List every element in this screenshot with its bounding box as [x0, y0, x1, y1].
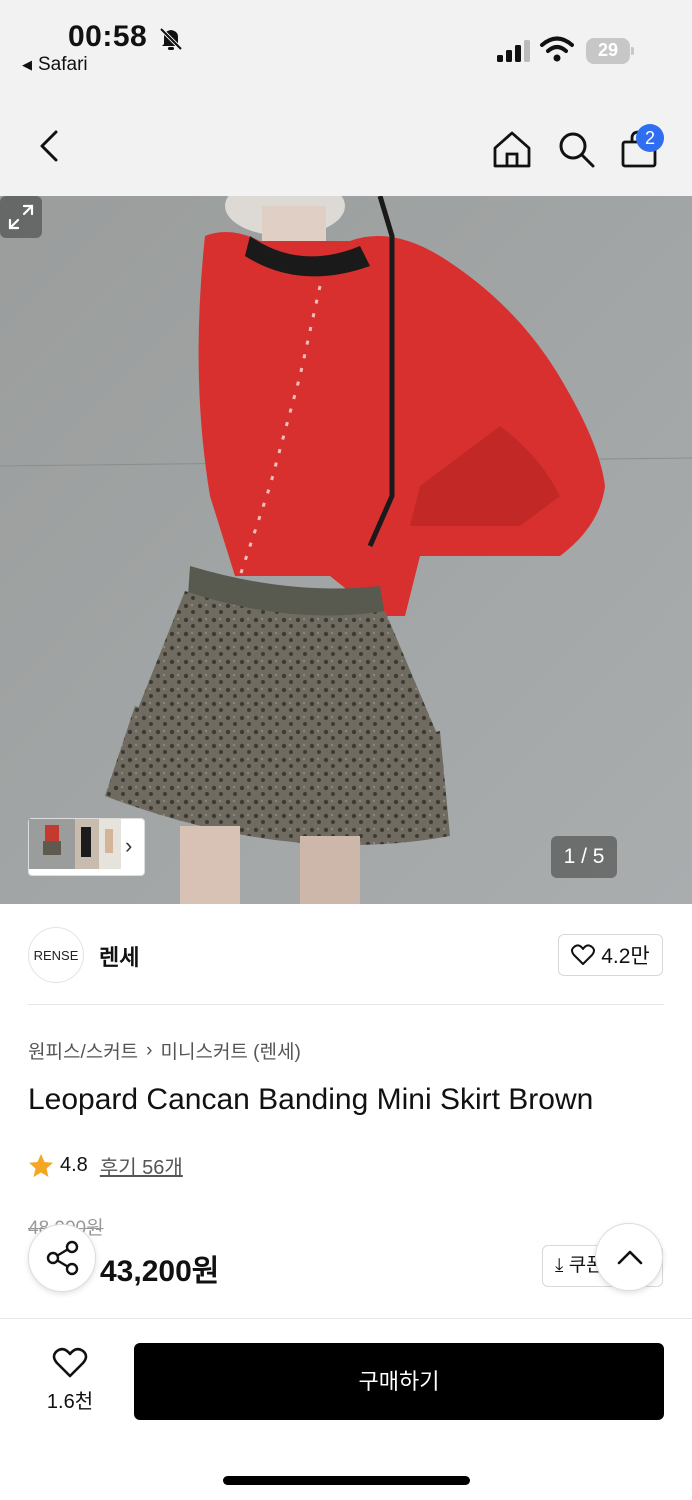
cart-count-badge: 2	[636, 124, 664, 152]
back-to-app[interactable]: ◀ Safari	[22, 54, 88, 76]
brand-logo[interactable]: RENSE	[28, 927, 84, 983]
breadcrumb-separator: ›	[146, 1039, 153, 1061]
breadcrumb: 원피스/스커트 › 미니스커트 (렌세)	[28, 1037, 301, 1064]
brand-like-button[interactable]: 4.2만	[558, 934, 663, 976]
brand-name[interactable]: 렌세	[99, 940, 139, 972]
brand-like-count: 4.2만	[601, 945, 650, 968]
thumbnail-strip[interactable]: ›	[28, 818, 145, 876]
back-arrow-icon[interactable]	[30, 126, 70, 166]
bottom-action-bar: 1.6천 구매하기	[0, 1318, 692, 1500]
cellular-signal-icon	[497, 40, 530, 62]
download-icon: ⤓	[555, 1255, 564, 1276]
product-photo	[0, 196, 692, 904]
review-count-link[interactable]: 후기 56개	[100, 1151, 183, 1180]
home-indicator	[223, 1476, 470, 1485]
expand-icon[interactable]	[0, 196, 42, 238]
thumbnail-images	[29, 819, 121, 869]
back-triangle-icon: ◀	[22, 57, 32, 72]
divider	[28, 1004, 664, 1005]
rating-row: 4.8 후기 56개	[28, 1151, 183, 1180]
thumbnail-next-chevron-icon[interactable]: ›	[125, 833, 132, 859]
share-icon	[46, 1240, 79, 1276]
status-time: 00:58	[68, 20, 148, 53]
scroll-top-button[interactable]	[595, 1223, 663, 1291]
back-app-label: Safari	[38, 54, 88, 75]
wishlist-button[interactable]: 1.6천	[40, 1347, 100, 1414]
sale-price: 43,200원	[100, 1255, 220, 1288]
image-counter: 1 / 5	[551, 836, 617, 878]
bell-off-icon	[159, 27, 183, 51]
heart-icon	[571, 944, 596, 965]
share-button[interactable]	[28, 1224, 96, 1292]
battery-level: 29	[597, 40, 619, 60]
status-bar: 00:58 ◀ Safari 29	[0, 0, 692, 90]
product-title: Leopard Cancan Banding Mini Skirt Brown	[28, 1083, 594, 1116]
home-icon[interactable]	[491, 128, 533, 170]
rating-value: 4.8	[60, 1154, 88, 1176]
breadcrumb-subcategory[interactable]: 미니스커트 (렌세)	[161, 1037, 301, 1064]
battery-indicator: 29	[586, 38, 634, 64]
chevron-up-icon	[617, 1250, 643, 1265]
buy-button[interactable]: 구매하기	[134, 1343, 664, 1420]
product-image-gallery[interactable]: › 1 / 5	[0, 196, 692, 904]
search-icon[interactable]	[555, 128, 597, 170]
wifi-icon	[540, 36, 574, 62]
top-nav-bar	[0, 90, 692, 196]
wishlist-count: 1.6천	[46, 1391, 94, 1413]
star-icon	[29, 1153, 53, 1177]
heart-outline-icon	[52, 1347, 88, 1378]
breadcrumb-category[interactable]: 원피스/스커트	[28, 1037, 138, 1064]
